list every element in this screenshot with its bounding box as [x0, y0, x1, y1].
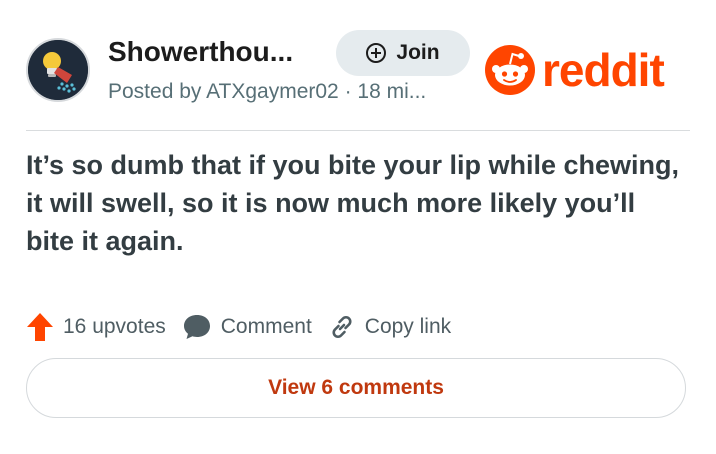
join-button[interactable]: Join — [336, 30, 470, 76]
header-divider — [26, 130, 690, 131]
post-title-text: It’s so dumb that if you bite your lip w… — [26, 150, 680, 256]
copy-link-label: Copy link — [364, 315, 452, 338]
showerhead-lightbulb-avatar-icon — [28, 40, 88, 100]
join-label: Join — [396, 41, 440, 64]
view-comments-button[interactable]: View 6 comments — [26, 358, 686, 418]
reddit-logo: reddit — [484, 42, 665, 98]
upvote-count: 16 upvotes — [63, 315, 166, 338]
subreddit-name[interactable]: Showerthou... — [108, 36, 293, 68]
reddit-snoo-icon — [485, 45, 535, 95]
reddit-wordmark: reddit — [542, 44, 665, 96]
link-icon — [332, 315, 352, 339]
copy-link-action[interactable]: Copy link — [328, 313, 451, 341]
post-header: Showerthou... Join Posted by ATXgaymer02… — [26, 30, 690, 106]
reddit-post-card: Showerthou... Join Posted by ATXgaymer02… — [0, 0, 716, 454]
comment-action[interactable]: Comment — [182, 313, 312, 341]
upvote-action[interactable]: 16 upvotes — [26, 312, 166, 342]
subreddit-avatar[interactable] — [26, 38, 90, 102]
plus-circle-icon — [366, 43, 387, 63]
comment-bubble-icon — [183, 315, 210, 339]
post-meta: Posted by ATXgaymer02 · 18 mi... — [108, 80, 427, 103]
post-actions: 16 upvotes Comment Copy link — [26, 310, 467, 344]
upvote-arrow-icon — [27, 313, 53, 341]
comment-label: Comment — [220, 315, 312, 338]
